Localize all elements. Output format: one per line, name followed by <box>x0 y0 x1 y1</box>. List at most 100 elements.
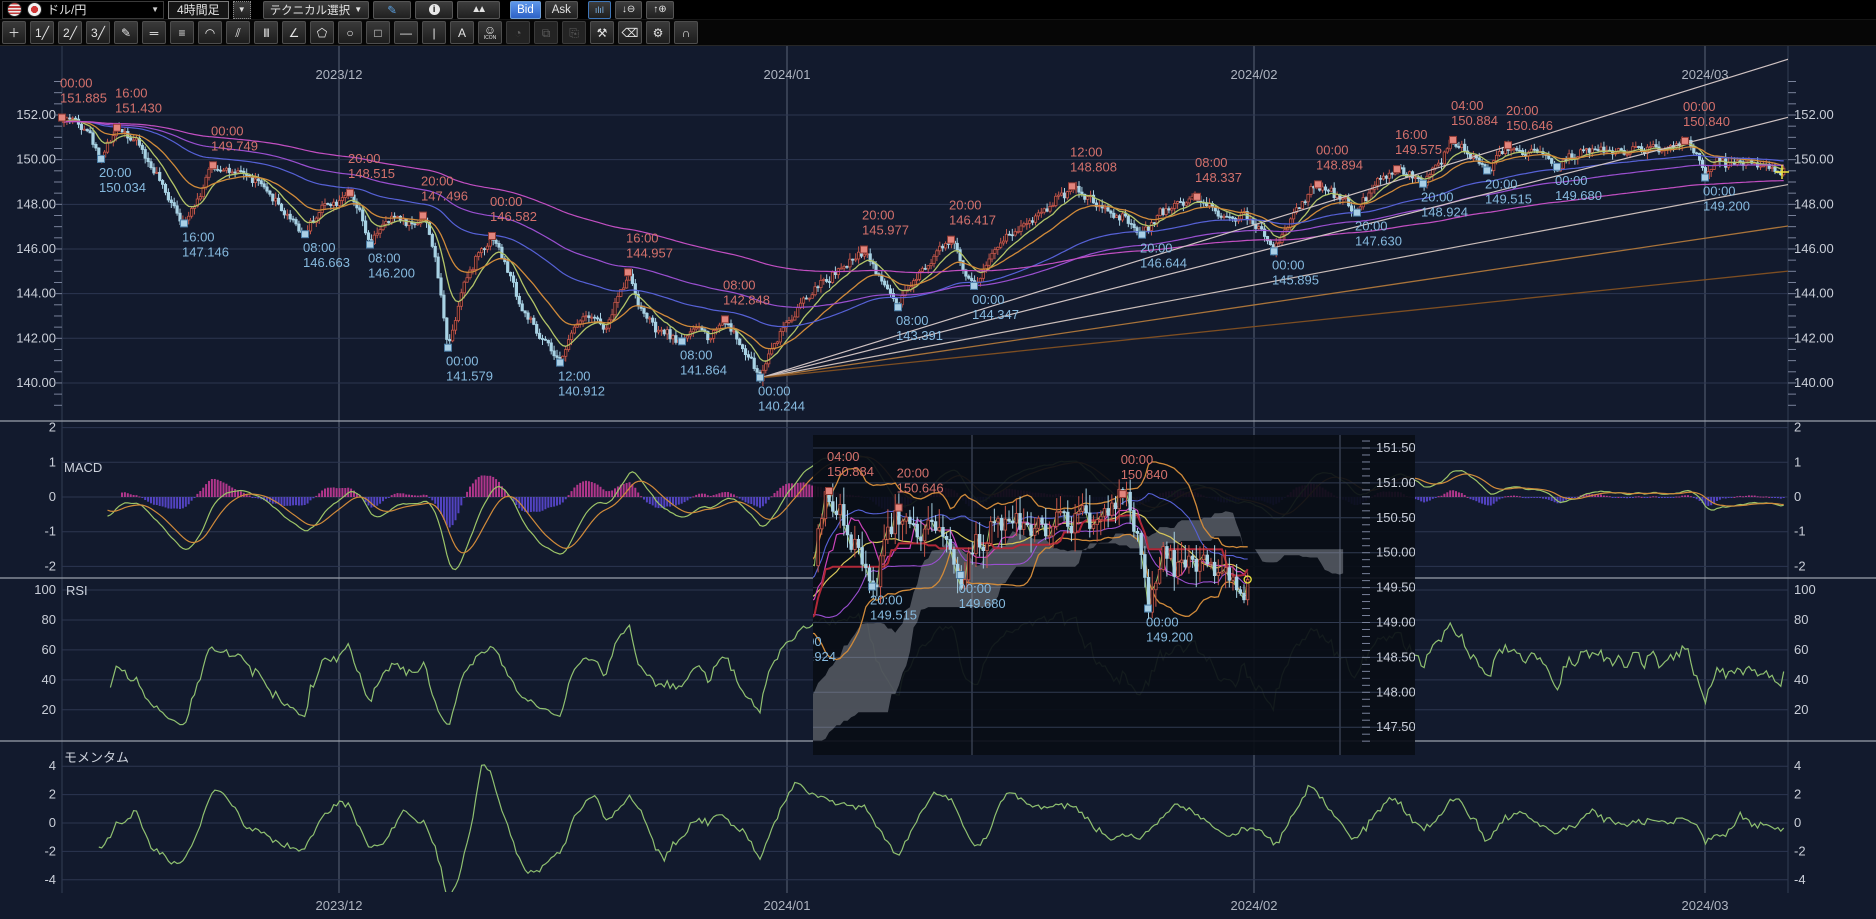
bid-button[interactable]: Bid <box>510 1 541 19</box>
svg-text:151.885: 151.885 <box>60 91 107 106</box>
us-flag-icon <box>7 2 22 17</box>
pentagon-tool[interactable]: ⬠ <box>310 21 334 44</box>
ruler-tool[interactable]: ✎ <box>114 21 138 44</box>
gann-fan-tool[interactable]: ∠ <box>282 21 306 44</box>
svg-text:150.840: 150.840 <box>1121 467 1168 482</box>
svg-text:143.391: 143.391 <box>896 328 943 343</box>
horizontal-line-tool[interactable]: — <box>394 21 418 44</box>
text-tool[interactable]: A <box>450 21 474 44</box>
svg-text:152.00: 152.00 <box>16 107 56 122</box>
wrench-tool-icon: ⚒ <box>597 27 608 39</box>
ask-label: Ask <box>552 4 571 16</box>
svg-text:2: 2 <box>49 787 56 802</box>
icon-stamp-tool[interactable]: ☺ICON <box>478 21 502 44</box>
svg-text:140.912: 140.912 <box>558 384 605 399</box>
trendline-tool-1-icon: 1╱ <box>35 27 49 39</box>
vertical-line-tool[interactable]: | <box>422 21 446 44</box>
svg-text:08:00: 08:00 <box>368 251 401 266</box>
svg-text:20:00: 20:00 <box>1485 176 1518 191</box>
zoom-out-button[interactable]: ↓⊖ <box>615 1 642 19</box>
svg-text:149.749: 149.749 <box>211 138 258 153</box>
history-tool[interactable]: ◔ <box>506 21 530 44</box>
svg-text:-1: -1 <box>1794 524 1806 539</box>
svg-text:149.50: 149.50 <box>1376 580 1416 595</box>
parallel-lines-tool[interactable]: ═ <box>142 21 166 44</box>
svg-text:100: 100 <box>34 582 56 597</box>
svg-text:20:00: 20:00 <box>897 466 930 481</box>
chart-canvas[interactable]: 2023/122023/122024/012024/012024/022024/… <box>0 46 1876 919</box>
horizontal-line-tool-icon: — <box>400 27 412 39</box>
settings-tool[interactable]: ⚙ <box>646 21 670 44</box>
svg-text:150.00: 150.00 <box>1376 545 1416 560</box>
paste-tool[interactable]: ⎘ <box>562 21 586 44</box>
svg-text:1: 1 <box>1794 454 1801 469</box>
timeframe-dropdown-button[interactable]: ▼ <box>233 1 251 19</box>
fibo-retracement-tool[interactable]: ≡ <box>170 21 194 44</box>
mountain-chart-button[interactable]: ▲▲ <box>457 1 500 19</box>
timeframe-label: 4時間足 <box>177 1 220 18</box>
svg-text:146.644: 146.644 <box>1140 256 1187 271</box>
info-button[interactable]: i <box>415 1 453 19</box>
copy-tool[interactable]: ⧉ <box>534 21 558 44</box>
svg-text:00:00: 00:00 <box>959 581 992 596</box>
svg-text:40: 40 <box>1794 672 1808 687</box>
wrench-tool[interactable]: ⚒ <box>590 21 614 44</box>
ask-button[interactable]: Ask <box>545 1 578 19</box>
svg-text:4: 4 <box>1794 758 1801 773</box>
eraser-tool[interactable]: ⌫ <box>618 21 642 44</box>
trendline-tool-1[interactable]: 1╱ <box>30 21 54 44</box>
trendline-tool-2[interactable]: 2╱ <box>58 21 82 44</box>
rectangle-tool[interactable]: □ <box>366 21 390 44</box>
svg-text:146.00: 146.00 <box>1794 241 1834 256</box>
svg-text:144.957: 144.957 <box>626 245 673 260</box>
svg-text:2023/12: 2023/12 <box>316 67 363 82</box>
svg-text:-2: -2 <box>44 558 56 573</box>
svg-text:149.515: 149.515 <box>870 608 917 623</box>
technical-select-button[interactable]: テクニカル選択 ▼ <box>263 1 369 19</box>
fibo-timezones-tool[interactable]: |||| <box>254 21 278 44</box>
fibo-fan-tool[interactable]: ⫽ <box>226 21 250 44</box>
svg-text:20:00: 20:00 <box>1506 103 1539 118</box>
trendline-tool-3-icon: 3╱ <box>91 27 105 39</box>
crosshair-tool[interactable]: ＋ <box>2 21 26 44</box>
svg-text:00:00: 00:00 <box>1316 142 1349 157</box>
fibo-arcs-tool[interactable]: ◠ <box>198 21 222 44</box>
svg-text:20:00: 20:00 <box>949 198 982 213</box>
svg-text:00:00: 00:00 <box>60 76 93 91</box>
crosshair-tool-icon: ＋ <box>8 27 20 39</box>
inset-zoom-panel: 151.50151.00150.50150.00149.50149.00148.… <box>788 420 1416 755</box>
svg-text:20:00: 20:00 <box>1421 190 1454 205</box>
zoom-in-button[interactable]: ↑⊕ <box>646 1 673 19</box>
chevron-down-icon: ▼ <box>354 5 362 14</box>
ellipse-tool[interactable]: ○ <box>338 21 362 44</box>
svg-text:146.663: 146.663 <box>303 255 350 270</box>
svg-text:-4: -4 <box>1794 872 1806 887</box>
svg-text:08:00: 08:00 <box>723 277 756 292</box>
svg-text:150.884: 150.884 <box>1451 113 1498 128</box>
svg-text:08:00: 08:00 <box>303 240 336 255</box>
svg-text:0: 0 <box>49 489 56 504</box>
svg-text:16:00: 16:00 <box>182 229 215 244</box>
magnet-tool[interactable]: ∩ <box>674 21 698 44</box>
mountain-icon: ▲▲ <box>471 4 483 15</box>
svg-text:150.646: 150.646 <box>897 481 944 496</box>
svg-text:20:00: 20:00 <box>99 165 132 180</box>
svg-text:149.200: 149.200 <box>1146 630 1193 645</box>
timeframe-field[interactable]: 4時間足 <box>168 1 229 19</box>
svg-text:20:00: 20:00 <box>870 593 903 608</box>
zoom-in-icon: ↑⊕ <box>653 4 666 15</box>
trading-app: ドル/円 ▼ 4時間足 ▼ テクニカル選択 ▼ ✎ i ▲▲ Bid Ask ı… <box>0 0 1876 919</box>
trendline-tool-3[interactable]: 3╱ <box>86 21 110 44</box>
svg-text:149.515: 149.515 <box>1485 191 1532 206</box>
svg-text:144.00: 144.00 <box>1794 286 1834 301</box>
rectangle-tool-icon: □ <box>374 27 381 39</box>
svg-text:148.894: 148.894 <box>1316 157 1363 172</box>
history-tool-icon: ◔ <box>514 27 521 39</box>
svg-text:00:00: 00:00 <box>758 384 791 399</box>
chart-type-button[interactable]: ılıl <box>588 1 611 19</box>
svg-text:146.417: 146.417 <box>949 213 996 228</box>
pair-selector[interactable]: ドル/円 ▼ <box>2 1 164 19</box>
draw-pencil-button[interactable]: ✎ <box>373 1 411 19</box>
copy-tool-icon: ⧉ <box>542 27 551 39</box>
chart-area[interactable]: 2023/122023/122024/012024/012024/022024/… <box>0 46 1876 919</box>
